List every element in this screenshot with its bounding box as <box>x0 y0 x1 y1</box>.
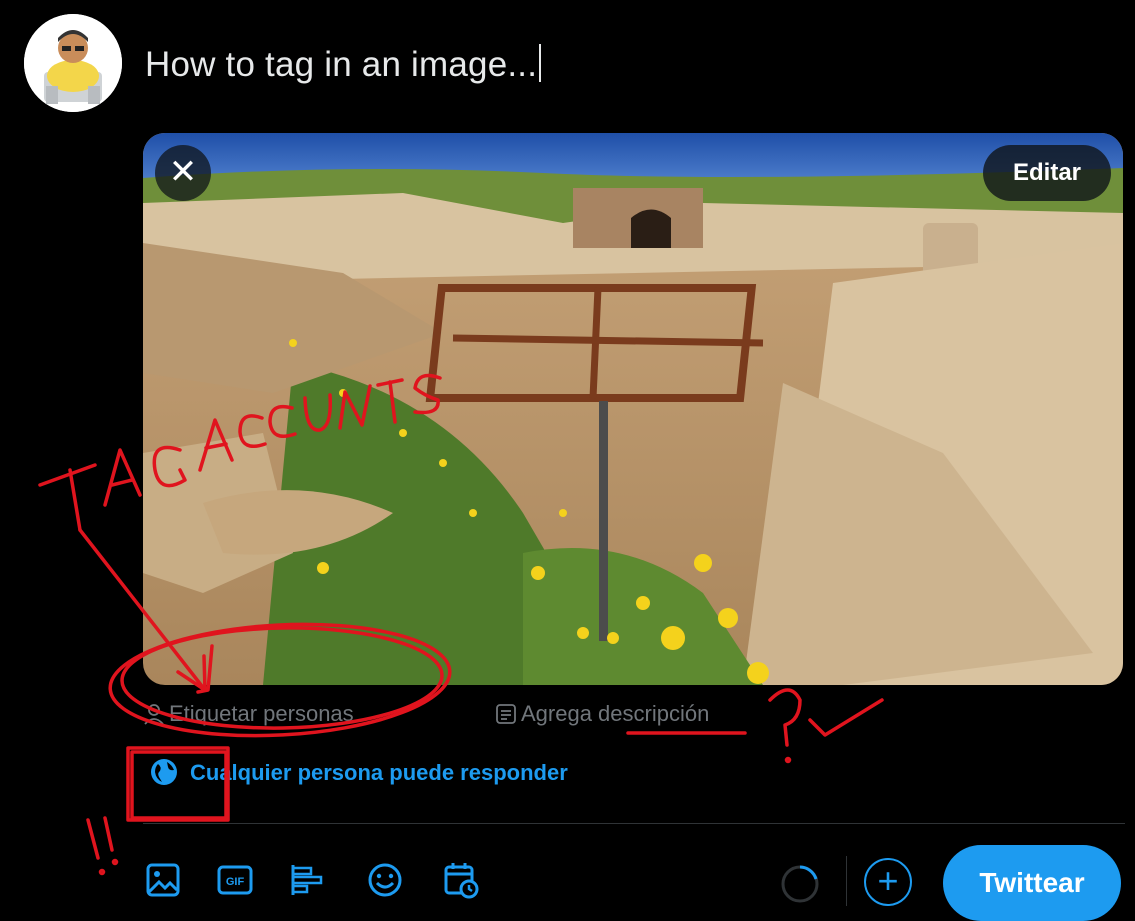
poll-button[interactable] <box>287 860 327 900</box>
edit-media-button[interactable]: Editar <box>982 145 1111 201</box>
person-icon <box>144 704 164 725</box>
tag-people-button[interactable]: Etiquetar personas <box>143 701 354 727</box>
tweet-button[interactable]: Twittear <box>943 845 1121 921</box>
media-button[interactable] <box>143 860 183 900</box>
compose-text: How to tag in an image... <box>145 45 538 84</box>
remove-media-button[interactable]: ✕ <box>155 145 211 201</box>
media-preview: ✕ Editar <box>143 133 1123 685</box>
emoji-button[interactable] <box>365 860 405 900</box>
text-caret <box>539 44 542 82</box>
gif-button[interactable]: GIF <box>215 860 255 900</box>
schedule-icon <box>444 863 479 899</box>
add-tweet-button[interactable]: + <box>864 858 912 906</box>
toolbar-separator <box>846 856 847 906</box>
add-description-label: Agrega descripción <box>521 701 710 726</box>
compose-input[interactable]: How to tag in an image... <box>145 44 542 85</box>
gif-icon: GIF <box>217 865 253 895</box>
progress-ring-icon <box>781 865 819 903</box>
reply-setting-label: Cualquier persona puede responder <box>190 760 568 785</box>
avatar-illustration <box>24 14 122 112</box>
plus-icon: + <box>877 860 899 901</box>
close-icon: ✕ <box>168 153 198 191</box>
description-icon <box>496 704 516 724</box>
avatar[interactable] <box>24 14 122 112</box>
tag-people-label: Etiquetar personas <box>169 701 354 726</box>
poll-icon <box>291 865 323 895</box>
question-mark <box>768 688 802 747</box>
divider <box>143 823 1125 824</box>
exclaim-1 <box>86 818 100 860</box>
image-icon <box>146 863 180 897</box>
attached-photo <box>143 133 1123 685</box>
add-description-button[interactable]: Agrega descripción <box>495 701 709 727</box>
reply-setting-button[interactable]: Cualquier persona puede responder <box>150 758 568 786</box>
svg-text:GIF: GIF <box>226 876 245 888</box>
globe-icon <box>151 759 177 785</box>
check-mark <box>808 698 884 737</box>
character-count-ring <box>780 864 820 909</box>
emoji-icon <box>368 863 402 897</box>
schedule-button[interactable] <box>441 860 481 900</box>
